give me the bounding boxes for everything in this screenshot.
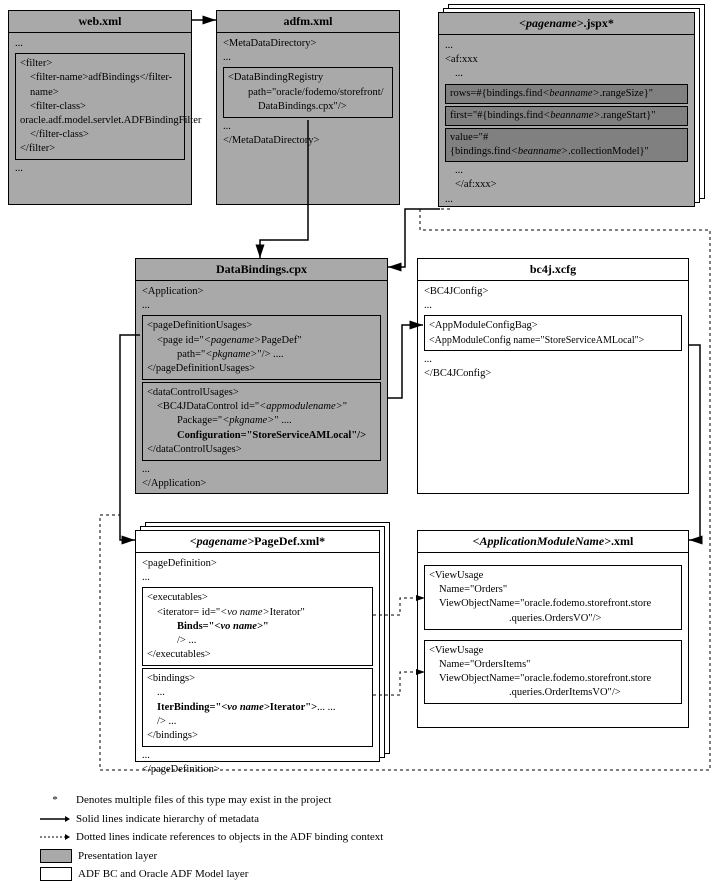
- jspx-value: value="#{bindings.find<beanname>.collect…: [445, 128, 688, 162]
- adfm-box: adfm.xml <MetaDataDirectory> ... <DataBi…: [216, 10, 400, 205]
- bc4j-title: bc4j.xcfg: [418, 259, 688, 281]
- legend-pres: Presentation layer: [40, 848, 440, 865]
- jspx-title: <pagename>.jspx*: [439, 13, 694, 35]
- swatch-gray: [40, 849, 72, 863]
- pagedef-box: <pagename>PageDef.xml* <pageDefinition> …: [135, 530, 380, 762]
- legend-adfbc: ADF BC and Oracle ADF Model layer: [40, 866, 440, 883]
- webxml-content: ... <filter> <filter-name>adfBindings</f…: [9, 33, 191, 181]
- swatch-white: [40, 867, 72, 881]
- arrow-dotted-icon: [40, 831, 70, 843]
- appmodule-title: <ApplicationModuleName>.xml: [418, 531, 688, 553]
- appmodule-content: <ViewUsage Name="Orders" ViewObjectName=…: [418, 553, 688, 710]
- webxml-box: web.xml ... <filter> <filter-name>adfBin…: [8, 10, 192, 205]
- appmodule-box: <ApplicationModuleName>.xml <ViewUsage N…: [417, 530, 689, 728]
- jspx-first: first="#{bindings.find<beanname>.rangeSt…: [445, 106, 688, 126]
- pagedefusages: <pageDefinitionUsages> <page id="<pagena…: [142, 315, 381, 380]
- webxml-title: web.xml: [9, 11, 191, 33]
- jspx-box: <pagename>.jspx* ... <af:xxx ... rows=#{…: [438, 12, 695, 207]
- jspx-rows: rows=#{bindings.find<beanname>.rangeSize…: [445, 84, 688, 104]
- bc4j-box: bc4j.xcfg <BC4JConfig> ... <AppModuleCon…: [417, 258, 689, 494]
- datacontrolusages: <dataControlUsages> <BC4JDataControl id=…: [142, 382, 381, 461]
- adfm-dbr: <DataBindingRegistry path="oracle/fodemo…: [223, 67, 393, 118]
- adfm-title: adfm.xml: [217, 11, 399, 33]
- executables: <executables> <iterator= id="<vo name>It…: [142, 587, 373, 666]
- webxml-filter: <filter> <filter-name>adfBindings</filte…: [15, 53, 185, 160]
- databindings-box: DataBindings.cpx <Application> ... <page…: [135, 258, 388, 494]
- legend-solid: Solid lines indicate hierarchy of metada…: [40, 811, 440, 828]
- legend-dotted: Dotted lines indicate references to obje…: [40, 829, 440, 846]
- viewusage-orders: <ViewUsage Name="Orders" ViewObjectName=…: [424, 565, 682, 630]
- adfm-content: <MetaDataDirectory> ... <DataBindingRegi…: [217, 33, 399, 152]
- databindings-content: <Application> ... <pageDefinitionUsages>…: [136, 281, 387, 495]
- legend-star: * Denotes multiple files of this type ma…: [40, 792, 440, 809]
- appmoduleconfigbag: <AppModuleConfigBag> <AppModuleConfig na…: [424, 315, 682, 351]
- bc4j-content: <BC4JConfig> ... <AppModuleConfigBag> <A…: [418, 281, 688, 385]
- jspx-content: ... <af:xxx ... rows=#{bindings.find<bea…: [439, 35, 694, 211]
- pagedef-title: <pagename>PageDef.xml*: [136, 531, 379, 553]
- databindings-title: DataBindings.cpx: [136, 259, 387, 281]
- pagedef-content: <pageDefinition> ... <executables> <iter…: [136, 553, 379, 781]
- arrow-solid-icon: [40, 813, 70, 825]
- bindings-block: <bindings> ... IterBinding="<vo name>Ite…: [142, 668, 373, 747]
- legend: * Denotes multiple files of this type ma…: [40, 790, 440, 885]
- viewusage-orderitems: <ViewUsage Name="OrdersItems" ViewObject…: [424, 640, 682, 705]
